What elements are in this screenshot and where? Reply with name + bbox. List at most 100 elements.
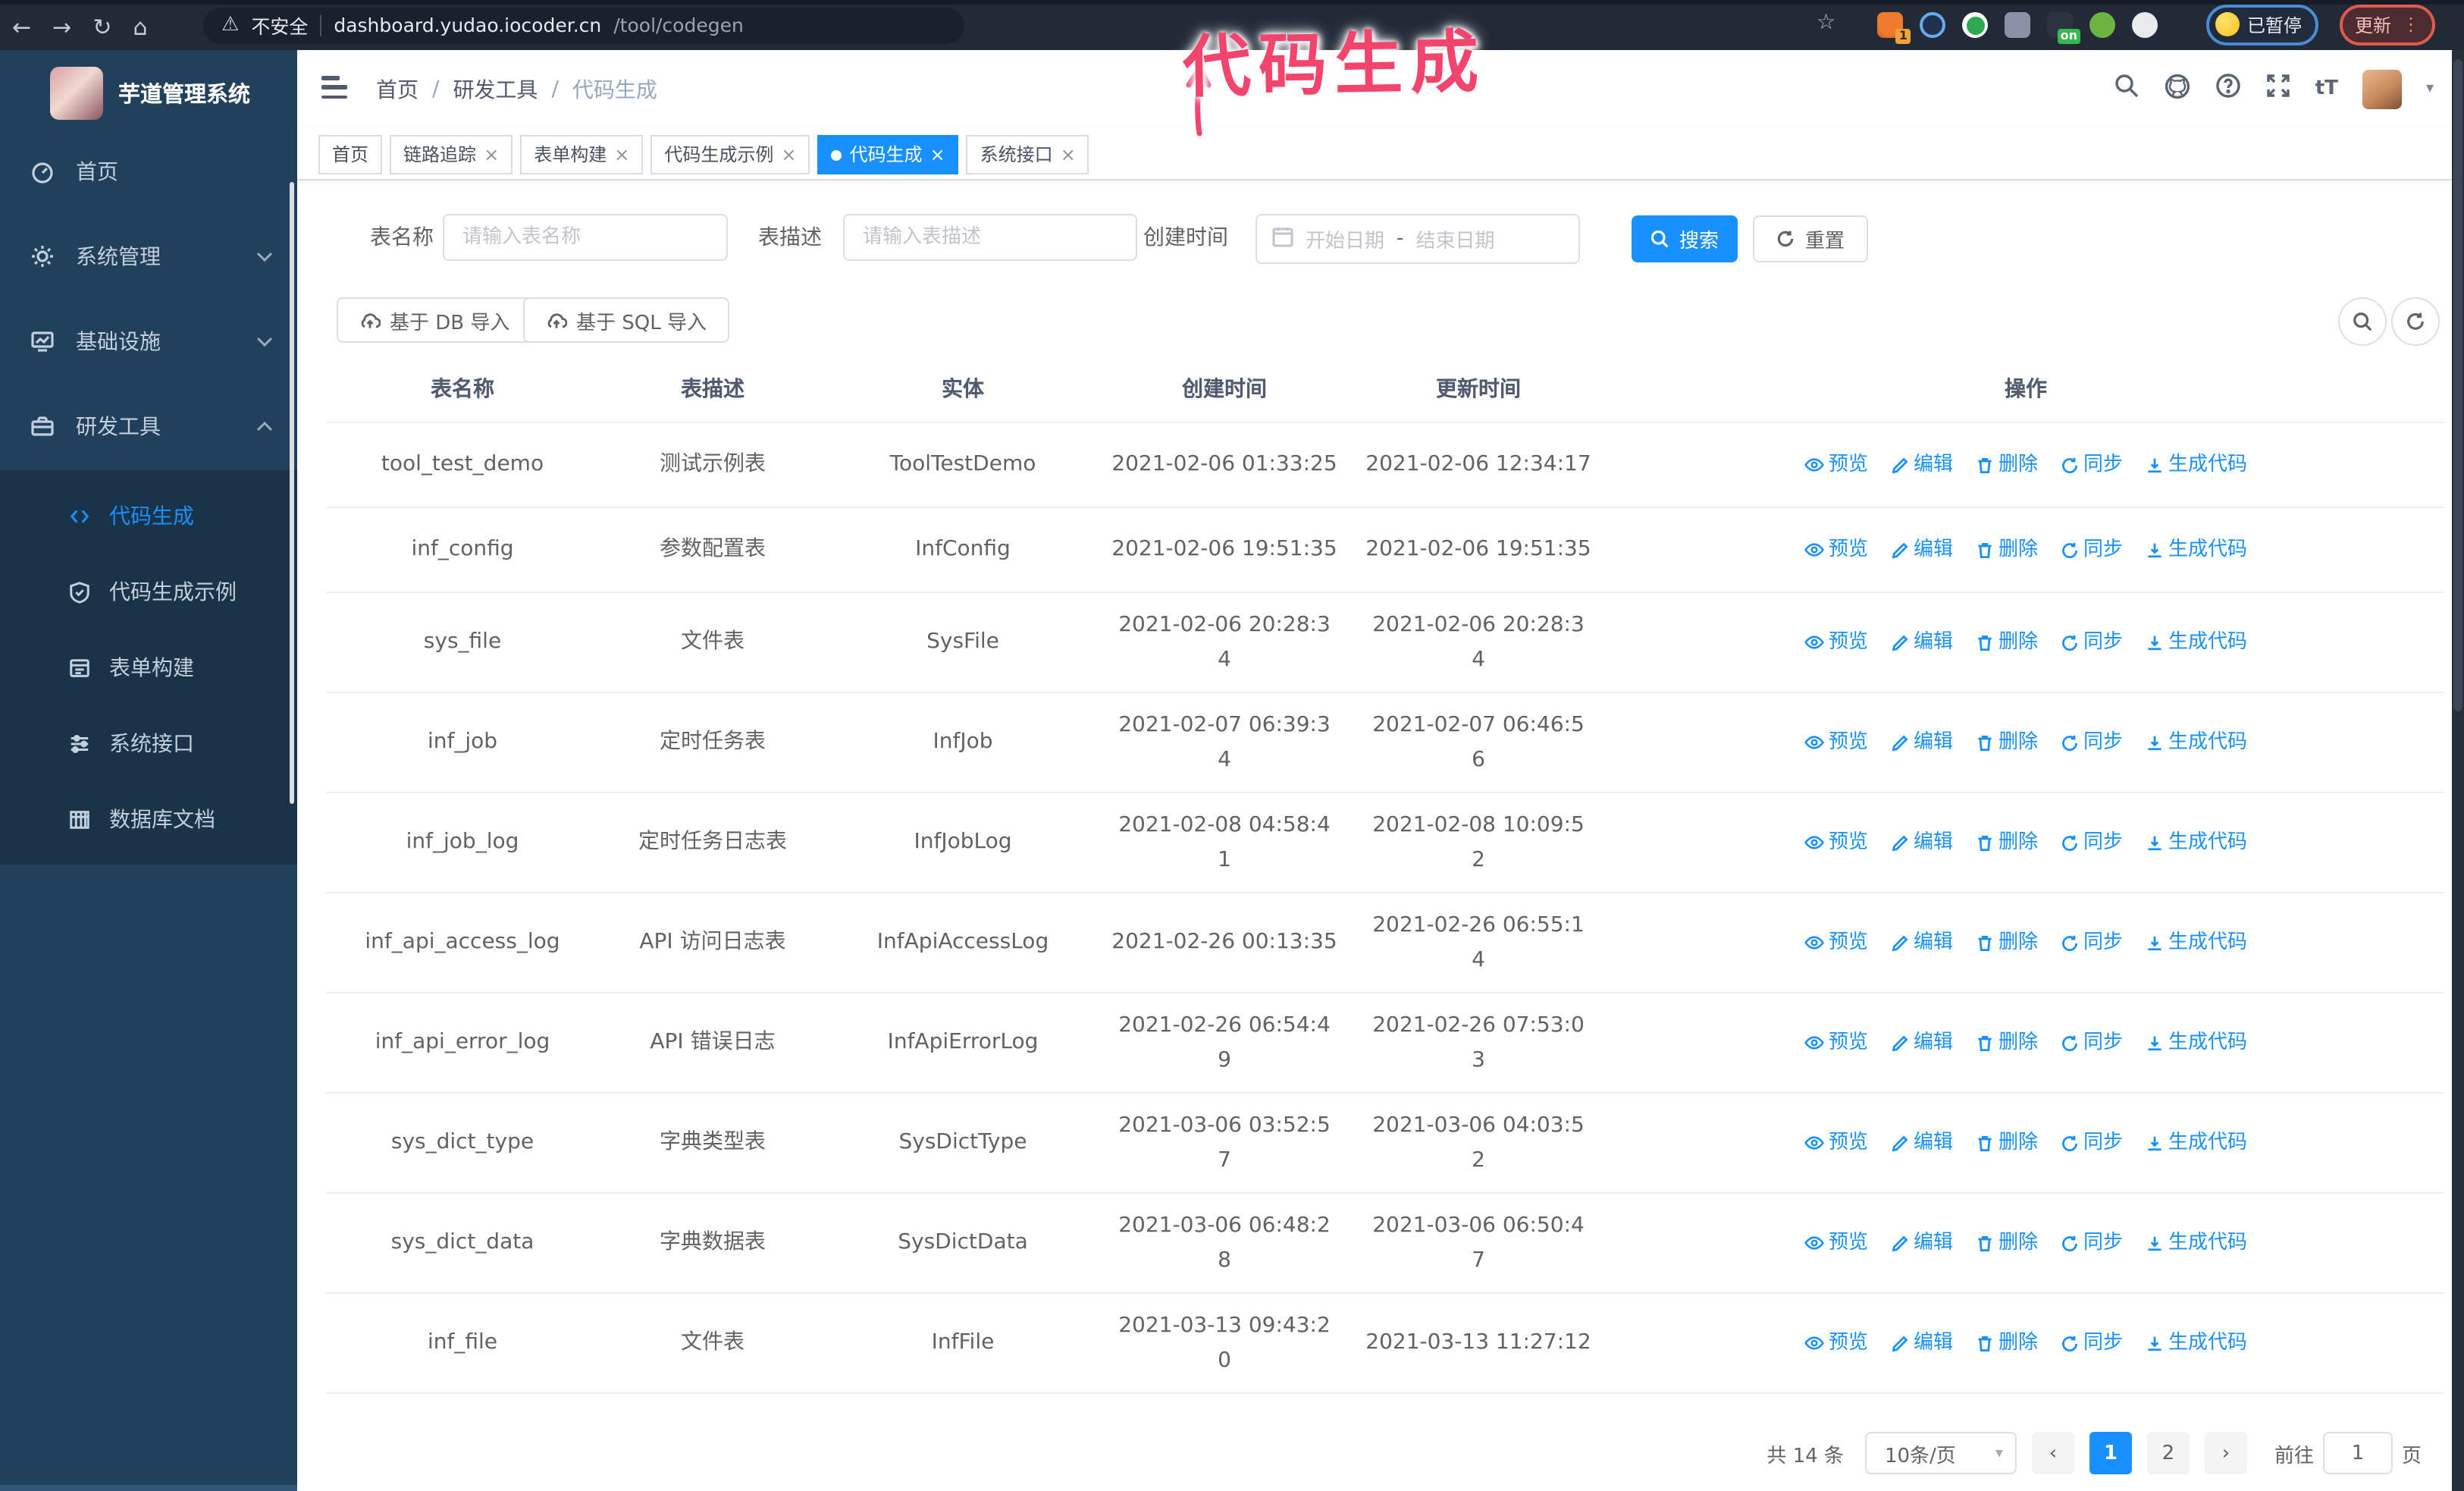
reset-button[interactable]: 重置 <box>1753 215 1868 262</box>
extension-icon-4[interactable] <box>2005 12 2030 38</box>
close-icon[interactable]: × <box>781 137 796 173</box>
delete-link[interactable]: 删除 <box>1976 725 2038 760</box>
sync-link[interactable]: 同步 <box>2061 1226 2123 1260</box>
paused-badge[interactable]: 已暂停 <box>2206 4 2319 45</box>
sync-link[interactable]: 同步 <box>2061 1025 2123 1060</box>
breadcrumb-devtools[interactable]: 研发工具 <box>453 74 538 104</box>
edit-link[interactable]: 编辑 <box>1891 1326 1953 1361</box>
generate-code-link[interactable]: 生成代码 <box>2146 925 2247 960</box>
refresh-button[interactable] <box>2391 297 2440 346</box>
generate-code-link[interactable]: 生成代码 <box>2146 625 2247 660</box>
tab-codegen-example[interactable]: 代码生成示例 × <box>650 135 810 174</box>
sync-link[interactable]: 同步 <box>2061 725 2123 760</box>
address-bar[interactable]: ⚠ 不安全 dashboard.yudao.iocoder.cn/tool/co… <box>203 7 964 43</box>
help-icon[interactable] <box>2215 73 2241 105</box>
preview-link[interactable]: 预览 <box>1804 825 1868 860</box>
tab-form-builder[interactable]: 表单构建 × <box>520 135 644 174</box>
fullscreen-icon[interactable] <box>2265 73 2291 105</box>
sync-link[interactable]: 同步 <box>2061 825 2123 860</box>
browser-reload-icon[interactable]: ↻ <box>92 14 111 41</box>
edit-link[interactable]: 编辑 <box>1891 1226 1953 1260</box>
delete-link[interactable]: 删除 <box>1976 1025 2038 1060</box>
sidebar-item-codegen-example[interactable]: 代码生成示例 <box>0 554 297 629</box>
sync-link[interactable]: 同步 <box>2061 625 2123 660</box>
delete-link[interactable]: 删除 <box>1976 925 2038 960</box>
import-db-button[interactable]: 基于 DB 导入 <box>337 297 533 343</box>
delete-link[interactable]: 删除 <box>1976 625 2038 660</box>
edit-link[interactable]: 编辑 <box>1891 447 1953 482</box>
delete-link[interactable]: 删除 <box>1976 1125 2038 1160</box>
avatar[interactable] <box>2362 69 2402 108</box>
breadcrumb-home[interactable]: 首页 <box>376 74 419 104</box>
toggle-search-button[interactable] <box>2338 297 2387 346</box>
delete-link[interactable]: 删除 <box>1976 1226 2038 1260</box>
edit-link[interactable]: 编辑 <box>1891 625 1953 660</box>
delete-link[interactable]: 删除 <box>1976 825 2038 860</box>
import-sql-button[interactable]: 基于 SQL 导入 <box>523 297 729 343</box>
goto-page-input[interactable] <box>2322 1432 2393 1474</box>
extension-icon-3[interactable] <box>1962 12 1988 38</box>
browser-forward-icon[interactable]: → <box>52 14 71 41</box>
generate-code-link[interactable]: 生成代码 <box>2146 1226 2247 1260</box>
page-size-select[interactable]: 10条/页 ▾ <box>1864 1432 2017 1474</box>
page-button-2[interactable]: 2 <box>2146 1432 2190 1474</box>
sync-link[interactable]: 同步 <box>2061 447 2123 482</box>
bookmark-star-icon[interactable]: ☆ <box>1817 11 1835 35</box>
preview-link[interactable]: 预览 <box>1804 447 1868 482</box>
sidebar-item-db-doc[interactable]: 数据库文档 <box>0 781 297 857</box>
delete-link[interactable]: 删除 <box>1976 532 2038 567</box>
extension-icon-6[interactable] <box>2089 12 2115 38</box>
search-icon[interactable] <box>2114 73 2140 105</box>
chevron-down-icon[interactable]: ▾ <box>2426 80 2434 97</box>
edit-link[interactable]: 编辑 <box>1891 532 1953 567</box>
close-icon[interactable]: × <box>484 137 499 173</box>
sidebar-item-devtools[interactable]: 研发工具 <box>0 384 297 469</box>
extension-icon-7[interactable] <box>2132 12 2158 38</box>
page-scrollbar[interactable] <box>2452 50 2464 1491</box>
sync-link[interactable]: 同步 <box>2061 1125 2123 1160</box>
app-logo-row[interactable]: 芋道管理系统 <box>0 62 297 123</box>
browser-menu-icon[interactable]: ⋮ <box>2402 14 2420 35</box>
tab-api[interactable]: 系统接口 × <box>966 135 1089 174</box>
extension-icon-1[interactable]: 1 <box>1877 12 1911 44</box>
update-button[interactable]: 更新 ⋮ <box>2340 4 2436 45</box>
generate-code-link[interactable]: 生成代码 <box>2146 1025 2247 1060</box>
generate-code-link[interactable]: 生成代码 <box>2146 1125 2247 1160</box>
preview-link[interactable]: 预览 <box>1804 532 1868 567</box>
sidebar-item-home[interactable]: 首页 <box>0 129 297 214</box>
extension-icon-2[interactable] <box>1920 12 1945 38</box>
sync-link[interactable]: 同步 <box>2061 1326 2123 1361</box>
tab-codegen[interactable]: 代码生成 × <box>817 135 959 174</box>
preview-link[interactable]: 预览 <box>1804 1125 1868 1160</box>
extension-icon-5[interactable]: on <box>2047 12 2080 44</box>
delete-link[interactable]: 删除 <box>1976 1326 2038 1361</box>
edit-link[interactable]: 编辑 <box>1891 1025 1953 1060</box>
sidebar-scrollbar[interactable] <box>290 182 294 804</box>
table-name-input[interactable] <box>443 214 728 261</box>
preview-link[interactable]: 预览 <box>1804 725 1868 760</box>
edit-link[interactable]: 编辑 <box>1891 925 1953 960</box>
generate-code-link[interactable]: 生成代码 <box>2146 1326 2247 1361</box>
edit-link[interactable]: 编辑 <box>1891 1125 1953 1160</box>
generate-code-link[interactable]: 生成代码 <box>2146 825 2247 860</box>
browser-home-icon[interactable]: ⌂ <box>133 14 147 41</box>
font-size-icon[interactable]: tT <box>2315 77 2338 100</box>
generate-code-link[interactable]: 生成代码 <box>2146 532 2247 567</box>
close-icon[interactable]: × <box>614 137 629 173</box>
preview-link[interactable]: 预览 <box>1804 625 1868 660</box>
edit-link[interactable]: 编辑 <box>1891 725 1953 760</box>
sidebar-item-infra[interactable]: 基础设施 <box>0 299 297 384</box>
search-button[interactable]: 搜索 <box>1632 215 1738 262</box>
page-button-1[interactable]: 1 <box>2089 1432 2132 1474</box>
github-icon[interactable] <box>2164 72 2191 105</box>
close-icon[interactable]: × <box>1061 137 1076 173</box>
browser-back-icon[interactable]: ← <box>12 14 31 41</box>
table-desc-input[interactable] <box>843 214 1137 261</box>
preview-link[interactable]: 预览 <box>1804 1025 1868 1060</box>
preview-link[interactable]: 预览 <box>1804 1226 1868 1260</box>
sidebar-item-codegen[interactable]: 代码生成 <box>0 478 297 554</box>
generate-code-link[interactable]: 生成代码 <box>2146 725 2247 760</box>
sidebar-item-api[interactable]: 系统接口 <box>0 705 297 781</box>
collapse-sidebar-icon[interactable] <box>321 76 347 99</box>
sync-link[interactable]: 同步 <box>2061 925 2123 960</box>
